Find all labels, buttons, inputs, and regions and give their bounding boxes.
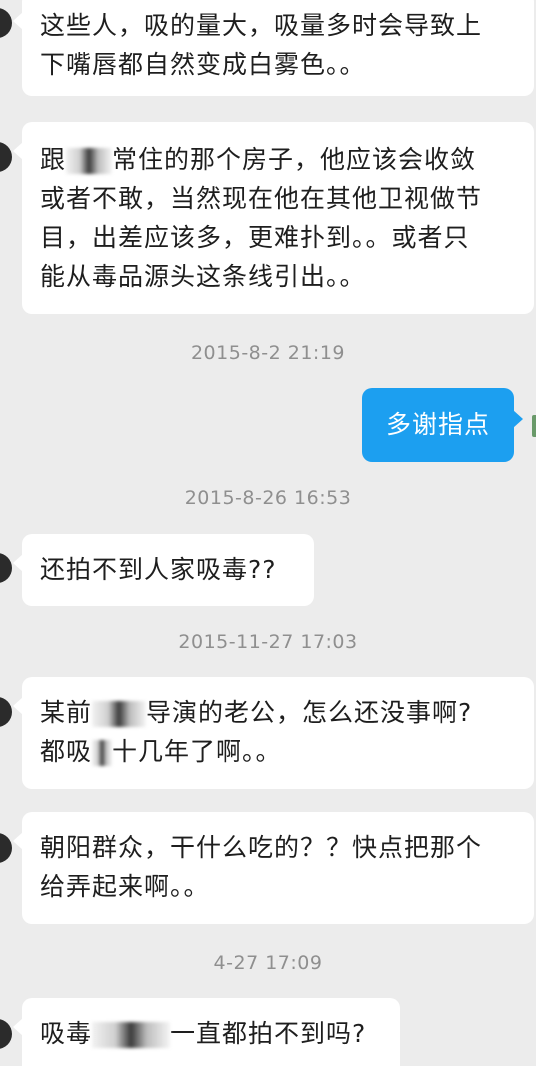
redacted-name (66, 148, 113, 174)
message-text-segment: 吸毒 (40, 1019, 93, 1048)
redacted-text (92, 740, 113, 766)
message-text: 目，出差应该多，更难扑到。。或者只 (40, 223, 470, 252)
message-text: 多谢指点 (386, 410, 491, 439)
message-text: 某前 导演的老公，怎么还没事啊? (40, 693, 516, 732)
contact-avatar[interactable] (0, 142, 12, 172)
message-text-segment: 十几年了啊。。 (112, 737, 282, 766)
message-text-segment: 跟 (40, 145, 67, 174)
message-text: 都吸 十几年了啊。。 (40, 732, 516, 771)
redacted-name (92, 1022, 171, 1048)
message-text: 跟 常住的那个房子，他应该会收敛 (40, 140, 516, 179)
timestamp: 2015-8-2 21:19 (190, 342, 346, 364)
contact-avatar[interactable] (0, 1019, 12, 1049)
message-bubble[interactable]: 吸毒 一直都拍不到吗? (13, 998, 400, 1066)
message-text: 吸毒 一直都拍不到吗? (40, 1014, 382, 1053)
message-text-segment: 都吸 (40, 737, 93, 766)
message-text: 这些人，吸的量大，吸量多时会导致上 (40, 11, 483, 40)
timestamp: 2015-8-26 16:53 (184, 487, 352, 509)
message-bubble[interactable]: 朝阳群众，干什么吃的？？快点把那个 给弄起来啊。。 (13, 812, 534, 924)
message-bubble[interactable]: 这些人，吸的量大，吸量多时会导致上 下嘴唇都自然变成白雾色。。 (13, 0, 534, 96)
message-bubble[interactable]: 某前 导演的老公，怎么还没事啊? 都吸 十几年了啊。。 (13, 677, 534, 789)
message-bubble-outgoing[interactable]: 多谢指点 (362, 388, 523, 462)
message-text: 或者不敢，当然现在他在其他卫视做节 (40, 184, 483, 213)
contact-avatar[interactable] (0, 833, 12, 863)
message-bubble[interactable]: 跟 常住的那个房子，他应该会收敛 或者不敢，当然现在他在其他卫视做节 目，出差应该… (13, 122, 534, 314)
message-text-segment: 导演的老公，怎么还没事啊? (146, 698, 473, 727)
redacted-name (92, 701, 147, 727)
message-text-segment: 某前 (40, 698, 93, 727)
user-avatar-edge (532, 415, 536, 437)
message-text-segment: 一直都拍不到吗? (170, 1019, 367, 1048)
timestamp: 4-27 17:09 (213, 952, 323, 974)
message-text: 还拍不到人家吸毒?? (40, 555, 277, 584)
message-bubble[interactable]: 还拍不到人家吸毒?? (13, 534, 314, 606)
timestamp: 2015-11-27 17:03 (178, 631, 358, 653)
contact-avatar[interactable] (0, 553, 12, 583)
contact-avatar[interactable] (0, 8, 12, 38)
message-text: 给弄起来啊。。 (40, 872, 210, 901)
message-text: 能从毒品源头这条线引出。。 (40, 262, 366, 291)
contact-avatar[interactable] (0, 697, 12, 727)
message-text: 下嘴唇都自然变成白雾色。。 (40, 50, 366, 79)
chat-screen: 这些人，吸的量大，吸量多时会导致上 下嘴唇都自然变成白雾色。。 跟 常住的那个房子… (0, 0, 536, 1066)
message-text-segment: 常住的那个房子，他应该会收敛 (112, 145, 477, 174)
message-text: 朝阳群众，干什么吃的？？快点把那个 (40, 833, 483, 862)
